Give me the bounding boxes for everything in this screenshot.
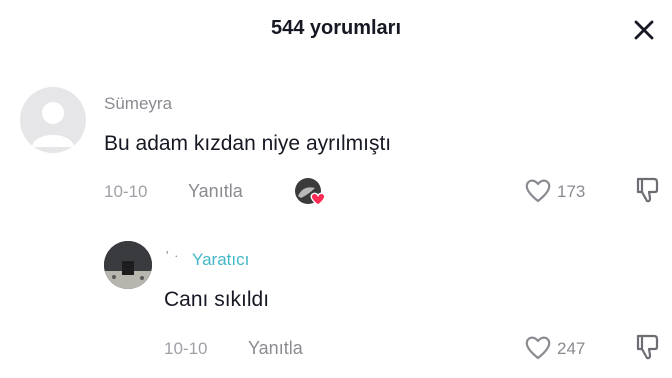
reply-comment-item: ' · Yaratıcı Canı sıkıldı 10-10 Yanıtla …	[0, 0, 672, 378]
reply-button[interactable]: Yanıtla	[248, 338, 303, 359]
like-count: 247	[557, 339, 586, 358]
creator-tag: Yaratıcı	[192, 250, 250, 269]
reply-text: Canı sıkıldı	[164, 288, 270, 311]
creator-username[interactable]: ' ·	[166, 248, 179, 263]
thumbs-down-icon	[636, 334, 659, 360]
reply-date: 10-10	[164, 339, 208, 358]
dislike-button[interactable]	[634, 333, 660, 366]
heart-outline-icon	[525, 336, 551, 360]
creator-avatar[interactable]	[104, 241, 152, 289]
creator-avatar-image	[104, 241, 152, 289]
like-button[interactable]	[524, 334, 552, 365]
